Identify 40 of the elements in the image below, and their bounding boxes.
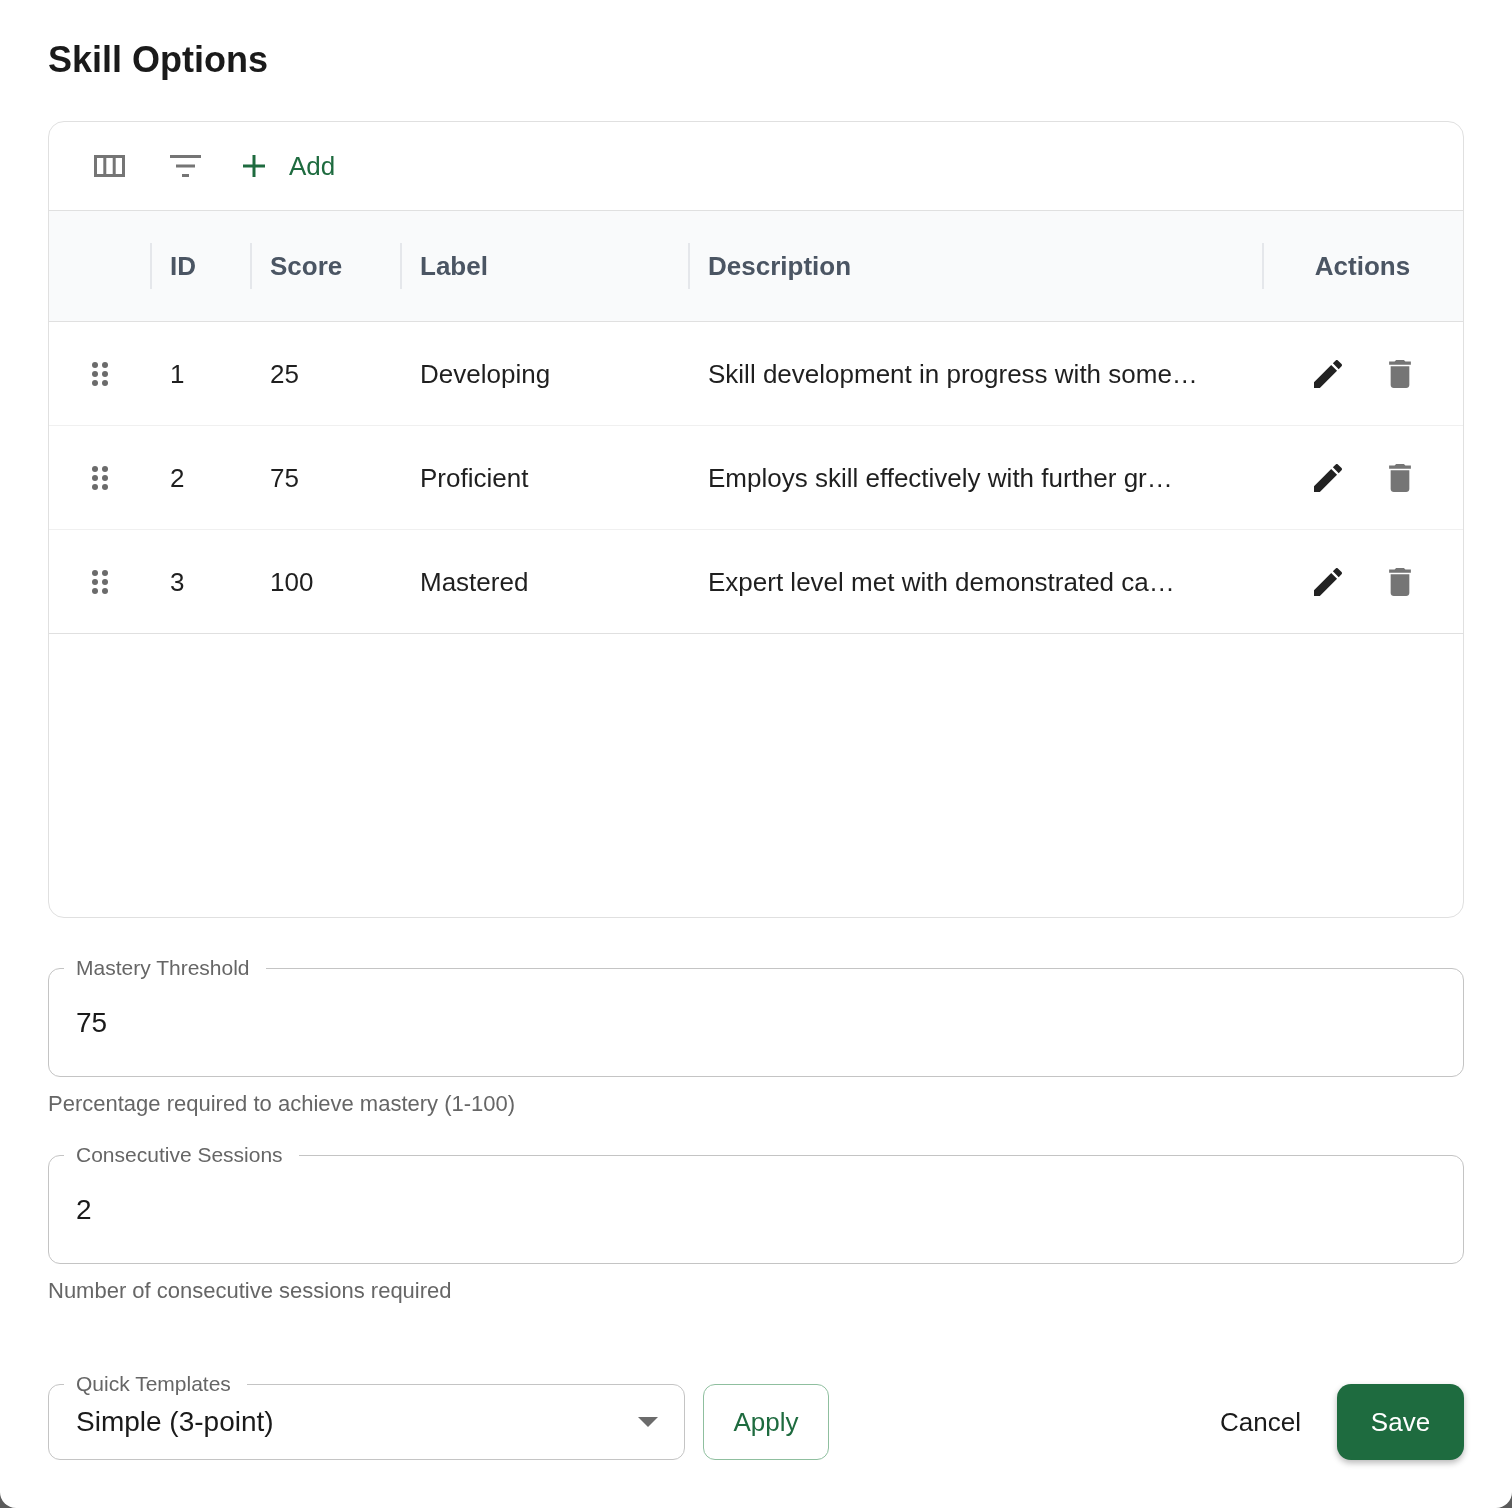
field-label: Quick Templates xyxy=(75,1371,232,1397)
pencil-icon[interactable] xyxy=(1314,567,1342,596)
table-cell: Mastered xyxy=(420,566,529,597)
column-header[interactable]: Score xyxy=(270,250,343,282)
column-header[interactable]: Description xyxy=(708,250,852,282)
column-header[interactable]: ID xyxy=(170,250,196,282)
dialog-title: Skill Options xyxy=(48,38,269,82)
table-cell: 75 xyxy=(270,462,299,493)
table-cell: 25 xyxy=(270,358,299,389)
table-cell: 100 xyxy=(270,566,314,597)
table-cell: 1 xyxy=(170,358,185,389)
table-cell: Proficient xyxy=(420,462,529,493)
pencil-icon[interactable] xyxy=(1314,463,1342,492)
save-button[interactable]: Save xyxy=(1337,1384,1464,1460)
table-cell: Developing xyxy=(420,358,551,389)
apply-button[interactable]: Apply xyxy=(703,1384,829,1460)
table-cell: 2 xyxy=(170,462,185,493)
caret-icon xyxy=(638,1417,658,1427)
field-label: Mastery Threshold xyxy=(75,955,251,981)
column-header[interactable]: Label xyxy=(420,250,488,282)
pencil-icon[interactable] xyxy=(1314,359,1342,388)
filter-icon[interactable] xyxy=(170,155,201,177)
column-header[interactable]: Actions xyxy=(1314,250,1413,282)
table-cell: 3 xyxy=(170,566,185,597)
add-button[interactable]: Add xyxy=(243,150,336,182)
field-label: Consecutive Sessions xyxy=(75,1142,284,1168)
helper-text: Number of consecutive sessions required xyxy=(48,1277,452,1305)
trash-icon[interactable] xyxy=(1389,359,1411,388)
helper-text: Percentage required to achieve mastery (1-100) xyxy=(48,1090,516,1118)
drag-handle-icon[interactable] xyxy=(91,465,108,490)
cancel-button[interactable]: Cancel xyxy=(1204,1384,1317,1460)
columns-icon[interactable] xyxy=(94,155,125,177)
table-cell: Expert level met with demonstrated ca… xyxy=(708,566,1175,597)
drag-handle-icon[interactable] xyxy=(91,361,108,386)
trash-icon[interactable] xyxy=(1389,463,1411,492)
plus-icon xyxy=(243,155,265,177)
drag-handle-icon[interactable] xyxy=(91,569,108,594)
table-cell: Skill development in progress with some… xyxy=(708,358,1198,389)
trash-icon[interactable] xyxy=(1389,567,1411,596)
table-cell: Employs skill effectively with further gr… xyxy=(708,462,1173,493)
